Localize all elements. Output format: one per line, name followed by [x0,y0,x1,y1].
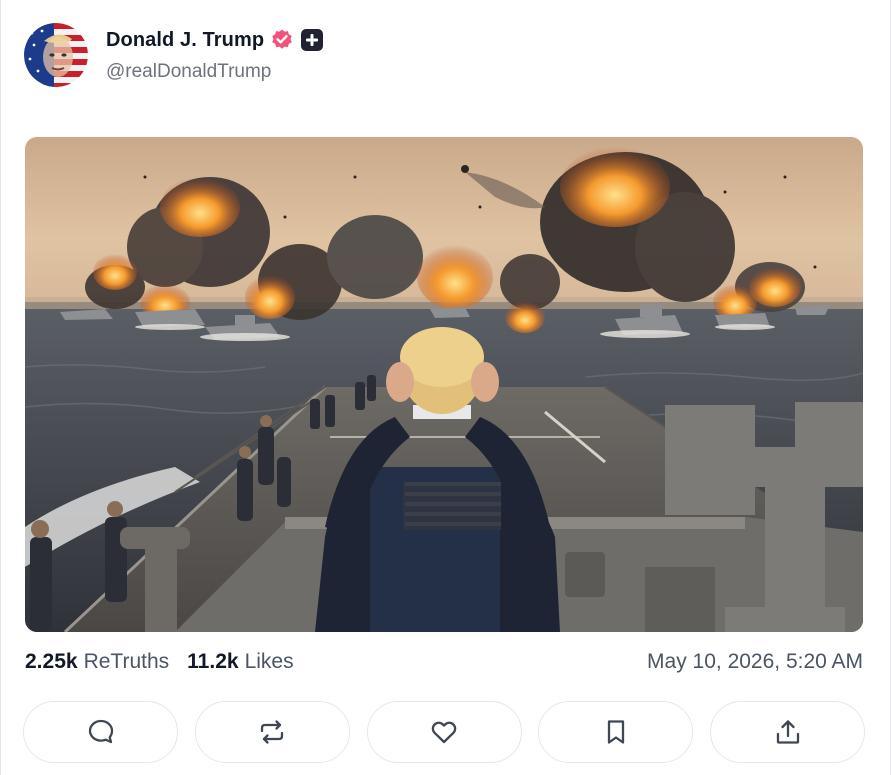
comment-icon [88,719,113,744]
avatar[interactable] [24,23,88,87]
author-info: Donald J. Trump @realDonaldTrump [106,27,324,83]
likes-count: 11.2k [187,650,239,673]
flag-portrait-avatar-icon [24,23,88,87]
reply-button[interactable] [23,701,178,763]
ai-image-navy-battle-icon [25,137,863,632]
name-row: Donald J. Trump [106,27,324,53]
retruths-count: 2.25k [25,650,78,673]
retruths-label: ReTruths [83,650,170,673]
post-actions [23,701,865,765]
likes-stat[interactable]: 11.2k Likes [187,650,293,674]
verified-badge-icon [270,28,294,52]
retruths-stat[interactable]: 2.25k ReTruths [25,650,169,674]
handle[interactable]: @realDonaldTrump [106,61,323,83]
likes-label: Likes [244,650,294,673]
repost-icon [261,720,284,744]
heart-icon [431,721,457,744]
post-stats: 2.25k ReTruths 11.2k Likes May 10, 2026,… [25,648,863,676]
display-name[interactable]: Donald J. Trump [106,29,264,52]
post-header: Donald J. Trump @realDonaldTrump [24,23,324,87]
post-image[interactable] [25,137,863,632]
plus-badge-icon [301,29,324,51]
share-icon [776,720,799,744]
share-button[interactable] [710,701,865,763]
like-button[interactable] [366,701,522,763]
truth-post: Donald J. Trump @realDonaldTrump 2.25k R… [0,0,891,775]
bookmark-button[interactable] [538,701,694,763]
retruth-button[interactable] [194,701,350,763]
post-timestamp: May 10, 2026, 5:20 AM [647,650,863,673]
bookmark-icon [607,720,624,744]
